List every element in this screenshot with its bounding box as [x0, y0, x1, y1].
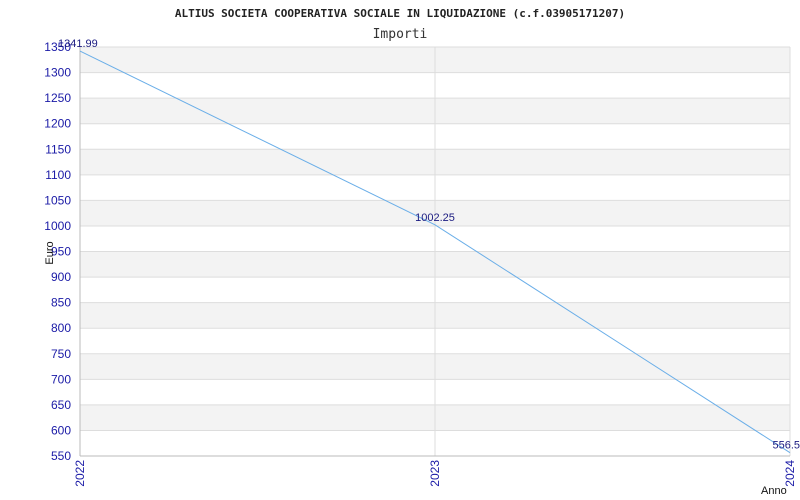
- y-tick-label: 750: [51, 347, 71, 361]
- y-tick-label: 1100: [45, 168, 71, 182]
- y-tick-label: 650: [51, 398, 71, 412]
- line-chart: 5506006507007508008509009501000105011001…: [44, 7, 800, 497]
- x-tick-label: 2023: [428, 460, 442, 487]
- x-axis-label: Anno: [761, 485, 787, 497]
- y-tick-label: 1050: [44, 193, 71, 207]
- y-axis-label: Euro: [44, 241, 56, 264]
- chart-subtitle: Importi: [373, 27, 428, 42]
- y-tick-label: 850: [51, 296, 71, 310]
- y-tick-label: 600: [51, 423, 71, 437]
- y-tick-label: 800: [51, 321, 71, 335]
- y-tick-label: 1250: [44, 91, 71, 105]
- y-tick-label: 1300: [44, 66, 71, 80]
- y-tick-label: 900: [51, 270, 71, 284]
- y-tick-label: 550: [51, 449, 71, 463]
- y-tick-label: 1150: [45, 142, 71, 156]
- y-tick-label: 1000: [44, 219, 71, 233]
- chart-title: ALTIUS SOCIETA COOPERATIVA SOCIALE IN LI…: [175, 7, 625, 20]
- y-tick-label: 1200: [44, 117, 71, 131]
- x-tick-labels: 2022 2023 2024: [73, 460, 797, 487]
- data-label: 1002.25: [415, 212, 455, 224]
- x-tick-label: 2022: [73, 460, 87, 487]
- y-tick-label: 700: [51, 372, 71, 386]
- x-tick-label: 2024: [783, 460, 797, 487]
- data-label: 556.5: [772, 440, 800, 452]
- data-label: 1341.99: [58, 38, 98, 50]
